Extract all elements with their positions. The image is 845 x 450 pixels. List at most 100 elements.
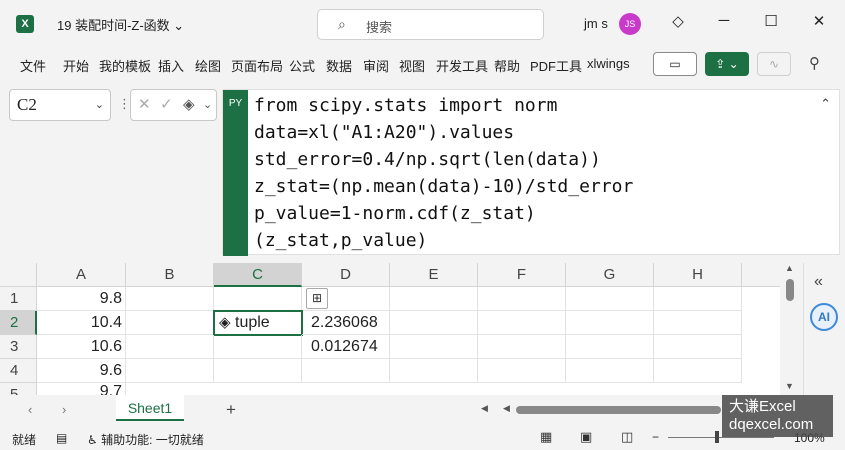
prev-sheet-icon[interactable]: ‹ <box>28 402 32 417</box>
cell-e4[interactable] <box>390 359 478 383</box>
name-box[interactable]: C2 ⌄ <box>9 89 111 121</box>
menu-pdf-tools[interactable]: PDF工具 <box>530 56 582 75</box>
column-header-h[interactable]: H <box>654 263 742 287</box>
macro-record-icon[interactable]: ▤ <box>56 431 67 445</box>
column-header-b[interactable]: B <box>126 263 214 287</box>
cell-c1[interactable] <box>214 287 302 311</box>
column-header-c[interactable]: C <box>214 263 302 287</box>
close-button[interactable]: ✕ <box>807 12 831 30</box>
row-header-3[interactable]: 3 <box>0 335 37 359</box>
cell-e3[interactable] <box>390 335 478 359</box>
cell-a5[interactable]: 9.7 <box>37 383 126 395</box>
add-sheet-button[interactable]: + <box>226 400 236 420</box>
cell-a4[interactable]: 9.6 <box>37 359 126 383</box>
scroll-left-small-icon[interactable]: ◀ <box>503 403 510 414</box>
cell-a2[interactable]: 10.4 <box>37 311 126 335</box>
menu-draw[interactable]: 绘图 <box>195 56 221 75</box>
column-header-g[interactable]: G <box>566 263 654 287</box>
menu-home[interactable]: 开始 <box>63 56 89 75</box>
column-header-d[interactable]: D <box>302 263 390 287</box>
zoom-out-icon[interactable]: − <box>652 430 659 444</box>
share-button[interactable]: ⇪ ⌄ <box>705 52 749 76</box>
chevron-down-icon[interactable]: ⌄ <box>95 98 104 111</box>
expand-panel-icon[interactable]: « <box>814 273 823 291</box>
page-layout-view-icon[interactable]: ▣ <box>580 429 592 445</box>
cell-h3[interactable] <box>654 335 742 359</box>
cell-g1[interactable] <box>566 287 654 311</box>
column-header-f[interactable]: F <box>478 263 566 287</box>
comments-button[interactable]: ▭ <box>653 52 697 76</box>
select-all-corner[interactable] <box>0 263 37 287</box>
row-header-2[interactable]: 2 <box>0 311 37 335</box>
cell-g2[interactable] <box>566 311 654 335</box>
scroll-up-icon[interactable]: ▲ <box>785 263 794 273</box>
cell-h1[interactable] <box>654 287 742 311</box>
vertical-scroll-thumb[interactable] <box>786 279 794 301</box>
horizontal-scroll-thumb[interactable] <box>516 406 721 414</box>
cell-c3[interactable] <box>214 335 302 359</box>
zoom-slider-knob[interactable] <box>715 431 719 443</box>
confirm-icon[interactable]: ✓ <box>160 95 173 113</box>
menu-insert[interactable]: 插入 <box>158 56 184 75</box>
cell-f4[interactable] <box>478 359 566 383</box>
menu-page-layout[interactable]: 页面布局 <box>231 56 283 75</box>
search-input[interactable]: ⌕ 搜索 <box>317 9 544 40</box>
menu-review[interactable]: 审阅 <box>363 56 389 75</box>
cell-a3[interactable]: 10.6 <box>37 335 126 359</box>
python-layers-icon[interactable]: ◈ <box>183 95 195 113</box>
cell-f3[interactable] <box>478 335 566 359</box>
cell-b4[interactable] <box>126 359 214 383</box>
activity-button[interactable]: ∿ <box>757 52 791 76</box>
menu-view[interactable]: 视图 <box>399 56 425 75</box>
column-header-a[interactable]: A <box>37 263 126 287</box>
row-header-1[interactable]: 1 <box>0 287 37 311</box>
cell-e2[interactable] <box>390 311 478 335</box>
zoom-slider[interactable] <box>668 437 774 438</box>
scroll-down-icon[interactable]: ▼ <box>785 381 794 391</box>
cell-d2[interactable]: 2.236068 <box>302 311 390 335</box>
maximize-button[interactable]: ☐ <box>759 12 783 30</box>
menu-help[interactable]: 帮助 <box>494 56 520 75</box>
normal-view-icon[interactable]: ▦ <box>540 429 552 445</box>
menu-formulas[interactable]: 公式 <box>289 56 315 75</box>
accessibility-status[interactable]: ♿ 辅助功能: 一切就绪 <box>87 431 204 448</box>
page-break-view-icon[interactable]: ◫ <box>621 429 633 445</box>
cell-g4[interactable] <box>566 359 654 383</box>
cell-e1[interactable] <box>390 287 478 311</box>
copilot-icon[interactable]: ⚲ <box>809 54 820 72</box>
menu-file[interactable]: 文件 <box>20 56 46 75</box>
python-code-editor[interactable]: PY from scipy.stats import norm data=xl("… <box>222 89 840 256</box>
minimize-button[interactable]: ─ <box>712 12 736 29</box>
row-header-5[interactable]: 5 <box>0 383 37 395</box>
cell-f1[interactable] <box>478 287 566 311</box>
cell-b2[interactable] <box>126 311 214 335</box>
ai-assistant-button[interactable]: AI <box>810 303 838 331</box>
chevron-down-icon[interactable]: ⌄ <box>203 98 212 111</box>
column-header-i[interactable] <box>742 263 782 287</box>
cell-g3[interactable] <box>566 335 654 359</box>
menu-my-templates[interactable]: 我的模板 <box>99 56 151 75</box>
cell-d4[interactable] <box>302 359 390 383</box>
menu-xlwings[interactable]: xlwings <box>587 56 630 71</box>
cell-h2[interactable] <box>654 311 742 335</box>
cell-c4[interactable] <box>214 359 302 383</box>
cell-c2-active[interactable]: ◈ tuple <box>213 310 303 336</box>
cell-h4[interactable] <box>654 359 742 383</box>
cell-d3[interactable]: 0.012674 <box>302 335 390 359</box>
row-header-4[interactable]: 4 <box>0 359 37 383</box>
cell-b3[interactable] <box>126 335 214 359</box>
cell-b1[interactable] <box>126 287 214 311</box>
document-title[interactable]: 19 装配时间-Z-函数 ⌄ <box>57 15 184 34</box>
cell-a1[interactable]: 9.8 <box>37 287 126 311</box>
sheet-tab-sheet1[interactable]: Sheet1 <box>116 395 184 421</box>
vertical-scrollbar[interactable]: ▲ ▼ <box>780 263 803 395</box>
next-sheet-icon[interactable]: › <box>62 402 66 417</box>
cell-f2[interactable] <box>478 311 566 335</box>
menu-data[interactable]: 数据 <box>326 56 352 75</box>
menu-developer[interactable]: 开发工具 <box>436 56 488 75</box>
collapse-formula-icon[interactable]: ⌃ <box>820 96 831 112</box>
diamond-icon[interactable]: ◇ <box>666 12 690 30</box>
cancel-icon[interactable]: ✕ <box>138 95 151 113</box>
avatar[interactable]: JS <box>619 13 641 35</box>
column-header-e[interactable]: E <box>390 263 478 287</box>
